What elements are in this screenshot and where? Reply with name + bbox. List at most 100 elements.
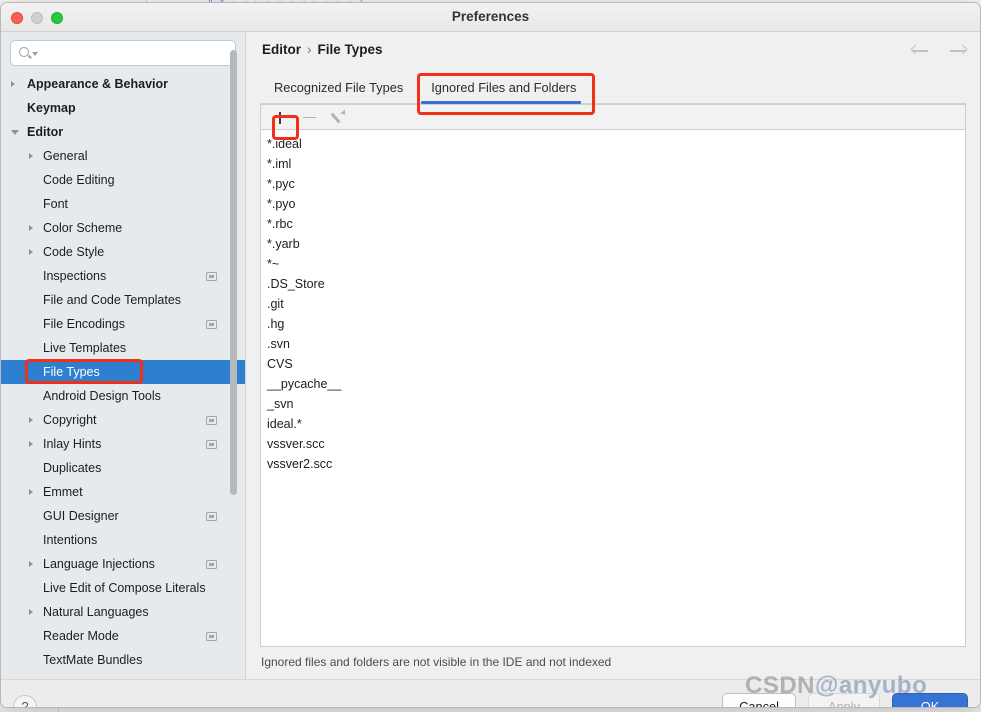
sidebar-item-duplicates[interactable]: Duplicates <box>1 456 245 480</box>
sidebar-item-intentions[interactable]: Intentions <box>1 528 245 552</box>
tab-ignored-files-and-folders[interactable]: Ignored Files and Folders <box>417 72 590 104</box>
sidebar-item-file-and-code-templates[interactable]: File and Code Templates <box>1 288 245 312</box>
sidebar-item-editor[interactable]: Editor <box>1 120 245 144</box>
chevron-right-icon[interactable] <box>29 489 33 495</box>
tab-recognized-file-types[interactable]: Recognized File Types <box>260 72 417 103</box>
sidebar-item-live-templates[interactable]: Live Templates <box>1 336 245 360</box>
sidebar-item-inspections[interactable]: Inspections <box>1 264 245 288</box>
list-item[interactable]: .svn <box>265 334 965 354</box>
project-scope-icon <box>206 440 217 449</box>
window-title: Preferences <box>451 9 530 24</box>
sidebar-item-reader-mode[interactable]: Reader Mode <box>1 624 245 648</box>
sidebar-item-keymap[interactable]: Keymap <box>1 96 245 120</box>
sidebar-item-label: Editor <box>27 125 64 139</box>
chevron-right-icon[interactable] <box>29 561 33 567</box>
search-input[interactable] <box>41 41 229 65</box>
dialog-footer: ? Cancel Apply OK <box>1 679 980 707</box>
remove-button <box>298 107 322 128</box>
list-item[interactable]: ideal.* <box>265 414 965 434</box>
list-item[interactable]: *.pyc <box>265 174 965 194</box>
list-item[interactable]: *.pyo <box>265 194 965 214</box>
project-scope-icon <box>206 512 217 521</box>
list-item[interactable]: *.yarb <box>265 234 965 254</box>
breadcrumb-leaf: File Types <box>317 42 383 57</box>
chevron-right-icon[interactable] <box>29 441 33 447</box>
tab-label: Recognized File Types <box>274 80 404 95</box>
sidebar-item-label: Natural Languages <box>43 605 149 619</box>
sidebar-item-label: TextMate Bundles <box>43 653 143 667</box>
sidebar-item-label: Android Design Tools <box>43 389 161 403</box>
list-item[interactable]: __pycache__ <box>265 374 965 394</box>
sidebar-item-file-types[interactable]: File Types <box>1 360 245 384</box>
ok-button[interactable]: OK <box>892 693 968 707</box>
list-item[interactable]: vssver2.scc <box>265 454 965 474</box>
dialog-body: Appearance & Behavior Keymap Editor General… <box>1 32 980 679</box>
apply-button: Apply <box>808 693 880 707</box>
list-item[interactable]: *.ideal <box>265 134 965 154</box>
breadcrumb-root[interactable]: Editor <box>262 42 301 57</box>
list-item[interactable]: CVS <box>265 354 965 374</box>
project-scope-icon <box>206 560 217 569</box>
search-container <box>1 32 245 72</box>
sidebar-item-label: Reader Mode <box>43 629 119 643</box>
search-box[interactable] <box>10 40 236 66</box>
sidebar-item-label: Emmet <box>43 485 83 499</box>
sidebar-item-natural-languages[interactable]: Natural Languages <box>1 600 245 624</box>
list-item[interactable]: *.iml <box>265 154 965 174</box>
sidebar-item-android-design-tools[interactable]: Android Design Tools <box>1 384 245 408</box>
sidebar-item-label: Intentions <box>43 533 98 547</box>
sidebar-item-language-injections[interactable]: Language Injections <box>1 552 245 576</box>
arrow-right-icon[interactable] <box>948 42 968 60</box>
sidebar-item-code-editing[interactable]: Code Editing <box>1 168 245 192</box>
ignored-patterns-list[interactable]: *.ideal *.iml *.pyc *.pyo *.rbc *.yarb *~ .DS_S… <box>260 129 966 647</box>
chevron-right-icon[interactable] <box>29 153 33 159</box>
sidebar-item-gui-designer[interactable]: GUI Designer <box>1 504 245 528</box>
sidebar-scrollbar-track[interactable] <box>230 40 241 671</box>
sidebar-item-label: Copyright <box>43 413 97 427</box>
list-item[interactable]: .DS_Store <box>265 274 965 294</box>
list-item[interactable]: .git <box>265 294 965 314</box>
breadcrumb-separator: › <box>307 42 312 57</box>
arrow-left-icon[interactable] <box>910 42 930 60</box>
sidebar-item-label: GUI Designer <box>43 509 119 523</box>
chevron-right-icon[interactable] <box>11 81 15 87</box>
sidebar-item-file-encodings[interactable]: File Encodings <box>1 312 245 336</box>
sidebar-item-code-style[interactable]: Code Style <box>1 240 245 264</box>
sidebar-item-general[interactable]: General <box>1 144 245 168</box>
list-item[interactable]: .hg <box>265 314 965 334</box>
sidebar-item-label: Live Edit of Compose Literals <box>43 581 206 595</box>
sidebar-item-label: Code Editing <box>43 173 115 187</box>
hint-text: Ignored files and folders are not visibl… <box>261 655 612 669</box>
help-button[interactable]: ? <box>13 695 37 707</box>
cancel-button[interactable]: Cancel <box>722 693 796 707</box>
sidebar-item-textmate-bundles[interactable]: TextMate Bundles <box>1 648 245 672</box>
add-button[interactable] <box>268 107 292 128</box>
sidebar-item-label: Duplicates <box>43 461 102 475</box>
sidebar-item-label: Color Scheme <box>43 221 123 235</box>
sidebar-item-copyright[interactable]: Copyright <box>1 408 245 432</box>
project-scope-icon <box>206 416 217 425</box>
tab-label: Ignored Files and Folders <box>431 80 577 95</box>
list-item[interactable]: _svn <box>265 394 965 414</box>
chevron-down-icon[interactable] <box>11 130 19 138</box>
sidebar-item-appearance-behavior[interactable]: Appearance & Behavior <box>1 72 245 96</box>
sidebar-item-emmet[interactable]: Emmet <box>1 480 245 504</box>
sidebar-item-live-edit-of-compose-literals[interactable]: Live Edit of Compose Literals <box>1 576 245 600</box>
chevron-right-icon[interactable] <box>29 225 33 231</box>
sidebar-item-font[interactable]: Font <box>1 192 245 216</box>
chevron-right-icon[interactable] <box>29 417 33 423</box>
list-item[interactable]: *~ <box>265 254 965 274</box>
dialog-titlebar: Preferences <box>1 3 980 32</box>
chevron-right-icon[interactable] <box>29 609 33 615</box>
sidebar-item-inlay-hints[interactable]: Inlay Hints <box>1 432 245 456</box>
file-types-tabs: Recognized File Types Ignored Files and F… <box>260 72 966 104</box>
preferences-dialog: Preferences Appearance & Behavior Keymap E… <box>0 2 981 708</box>
list-item[interactable]: *.rbc <box>265 214 965 234</box>
sidebar-item-color-scheme[interactable]: Color Scheme <box>1 216 245 240</box>
chevron-right-icon[interactable] <box>29 249 33 255</box>
sidebar-scrollbar-thumb[interactable] <box>230 50 237 495</box>
list-item[interactable]: vssver.scc <box>265 434 965 454</box>
project-scope-icon <box>206 632 217 641</box>
project-scope-icon <box>206 272 217 281</box>
caret-down-icon[interactable] <box>32 52 38 56</box>
